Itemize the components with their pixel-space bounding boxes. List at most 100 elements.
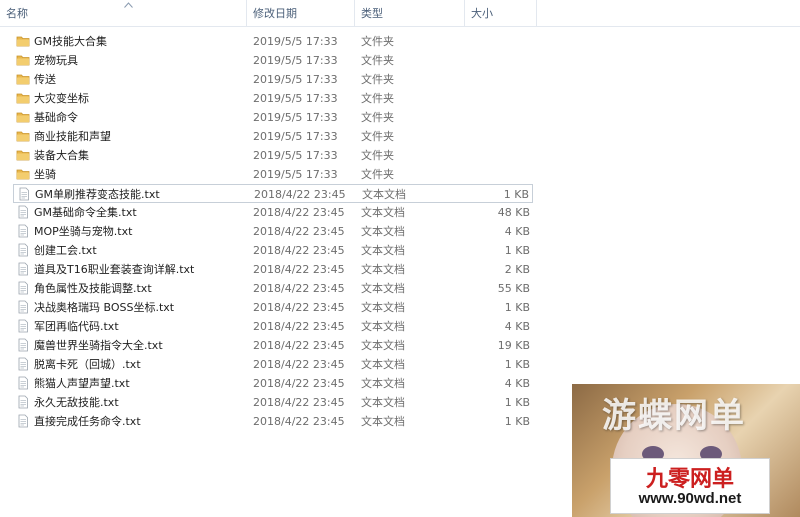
folder-icon (16, 110, 30, 124)
file-name: 传送 (34, 73, 56, 86)
file-date: 2018/4/22 23:45 (253, 263, 345, 276)
file-date: 2018/4/22 23:45 (253, 339, 345, 352)
file-date: 2018/4/22 23:45 (254, 188, 346, 201)
column-type-label: 类型 (361, 7, 383, 20)
file-type: 文本文档 (361, 339, 405, 352)
file-size: 4 KB (504, 377, 530, 390)
file-type: 文本文档 (361, 358, 405, 371)
file-row[interactable]: 宠物玩具 2019/5/5 17:33 文件夹 (13, 51, 533, 70)
column-header-bar: 名称 修改日期 类型 大小 (0, 0, 800, 27)
file-row[interactable]: 魔兽世界坐骑指令大全.txt 2018/4/22 23:45 文本文档 19 KB (13, 336, 533, 355)
file-name: 大灾变坐标 (34, 92, 89, 105)
file-row[interactable]: 大灾变坐标 2019/5/5 17:33 文件夹 (13, 89, 533, 108)
file-name: GM技能大合集 (34, 35, 108, 48)
file-type: 文件夹 (361, 54, 394, 67)
column-size-label: 大小 (471, 7, 493, 20)
file-name: MOP坐骑与宠物.txt (34, 225, 133, 238)
file-name: 坐骑 (34, 168, 56, 181)
file-size: 1 KB (504, 415, 530, 428)
file-name: 装备大合集 (34, 149, 89, 162)
file-type: 文件夹 (361, 92, 394, 105)
watermark-url: www.90wd.net (638, 490, 742, 507)
file-size: 19 KB (497, 339, 530, 352)
folder-icon (16, 148, 30, 162)
file-row[interactable]: MOP坐骑与宠物.txt 2018/4/22 23:45 文本文档 4 KB (13, 222, 533, 241)
file-type: 文本文档 (361, 225, 405, 238)
watermark-top-text: 游蝶网单 (602, 396, 746, 436)
file-date: 2018/4/22 23:45 (253, 396, 345, 409)
file-row[interactable]: 永久无敌技能.txt 2018/4/22 23:45 文本文档 1 KB (13, 393, 533, 412)
file-row[interactable]: 直接完成任务命令.txt 2018/4/22 23:45 文本文档 1 KB (13, 412, 533, 431)
folder-icon (16, 167, 30, 181)
file-date: 2019/5/5 17:33 (253, 130, 338, 143)
file-row[interactable]: 道具及T16职业套装查询详解.txt 2018/4/22 23:45 文本文档 2 K… (13, 260, 533, 279)
file-row[interactable]: GM基础命令全集.txt 2018/4/22 23:45 文本文档 48 KB (13, 203, 533, 222)
file-row[interactable]: GM技能大合集 2019/5/5 17:33 文件夹 (13, 32, 533, 51)
file-row[interactable]: 创建工会.txt 2018/4/22 23:45 文本文档 1 KB (13, 241, 533, 260)
file-name: 永久无敌技能.txt (34, 396, 119, 409)
file-name: 脱离卡死（回城）.txt (34, 358, 141, 371)
file-date: 2018/4/22 23:45 (253, 358, 345, 371)
file-row[interactable]: 角色属性及技能调整.txt 2018/4/22 23:45 文本文档 55 KB (13, 279, 533, 298)
file-type: 文本文档 (361, 301, 405, 314)
text-file-icon (16, 281, 30, 295)
column-header-name[interactable]: 名称 (0, 0, 247, 26)
file-date: 2018/4/22 23:45 (253, 377, 345, 390)
text-file-icon (16, 300, 30, 314)
text-file-icon (16, 205, 30, 219)
file-date: 2018/4/22 23:45 (253, 301, 345, 314)
file-date: 2019/5/5 17:33 (253, 111, 338, 124)
file-date: 2019/5/5 17:33 (253, 149, 338, 162)
file-date: 2018/4/22 23:45 (253, 282, 345, 295)
file-date: 2018/4/22 23:45 (253, 415, 345, 428)
file-name: 宠物玩具 (34, 54, 78, 67)
column-header-size[interactable]: 大小 (465, 0, 537, 26)
folder-icon (16, 129, 30, 143)
file-type: 文本文档 (361, 244, 405, 257)
file-name: 熊猫人声望声望.txt (34, 377, 130, 390)
file-name: 直接完成任务命令.txt (34, 415, 141, 428)
file-name: 创建工会.txt (34, 244, 97, 257)
file-date: 2018/4/22 23:45 (253, 320, 345, 333)
file-row[interactable]: 军团再临代码.txt 2018/4/22 23:45 文本文档 4 KB (13, 317, 533, 336)
file-type: 文件夹 (361, 35, 394, 48)
file-type: 文件夹 (361, 73, 394, 86)
file-name: 角色属性及技能调整.txt (34, 282, 152, 295)
file-row[interactable]: 传送 2019/5/5 17:33 文件夹 (13, 70, 533, 89)
watermark-overlay: 游蝶网单 九零网单 www.90wd.net (572, 384, 800, 517)
folder-icon (16, 72, 30, 86)
text-file-icon (16, 338, 30, 352)
file-name: 道具及T16职业套装查询详解.txt (34, 263, 195, 276)
file-type: 文本文档 (362, 188, 406, 201)
text-file-icon (17, 187, 31, 201)
file-name: GM基础命令全集.txt (34, 206, 137, 219)
watermark-logo-box: 九零网单 www.90wd.net (610, 458, 770, 514)
column-header-type[interactable]: 类型 (355, 0, 465, 26)
file-date: 2019/5/5 17:33 (253, 73, 338, 86)
file-date: 2018/4/22 23:45 (253, 206, 345, 219)
text-file-icon (16, 395, 30, 409)
text-file-icon (16, 414, 30, 428)
file-size: 1 KB (503, 188, 529, 201)
column-date-label: 修改日期 (253, 7, 297, 20)
file-size: 1 KB (504, 358, 530, 371)
file-row[interactable]: 基础命令 2019/5/5 17:33 文件夹 (13, 108, 533, 127)
file-row[interactable]: 商业技能和声望 2019/5/5 17:33 文件夹 (13, 127, 533, 146)
file-name: 基础命令 (34, 111, 78, 124)
text-file-icon (16, 357, 30, 371)
folder-icon (16, 34, 30, 48)
file-type: 文件夹 (361, 130, 394, 143)
file-row[interactable]: 坐骑 2019/5/5 17:33 文件夹 (13, 165, 533, 184)
file-type: 文件夹 (361, 149, 394, 162)
file-row[interactable]: GM单刷推荐变态技能.txt 2018/4/22 23:45 文本文档 1 KB (13, 184, 533, 203)
file-row[interactable]: 脱离卡死（回城）.txt 2018/4/22 23:45 文本文档 1 KB (13, 355, 533, 374)
file-type: 文件夹 (361, 168, 394, 181)
file-date: 2019/5/5 17:33 (253, 92, 338, 105)
column-name-label: 名称 (6, 7, 28, 20)
file-row[interactable]: 熊猫人声望声望.txt 2018/4/22 23:45 文本文档 4 KB (13, 374, 533, 393)
file-row[interactable]: 装备大合集 2019/5/5 17:33 文件夹 (13, 146, 533, 165)
text-file-icon (16, 319, 30, 333)
column-header-date[interactable]: 修改日期 (247, 0, 355, 26)
file-date: 2019/5/5 17:33 (253, 54, 338, 67)
file-row[interactable]: 决战奥格瑞玛 BOSS坐标.txt 2018/4/22 23:45 文本文档 1 KB (13, 298, 533, 317)
